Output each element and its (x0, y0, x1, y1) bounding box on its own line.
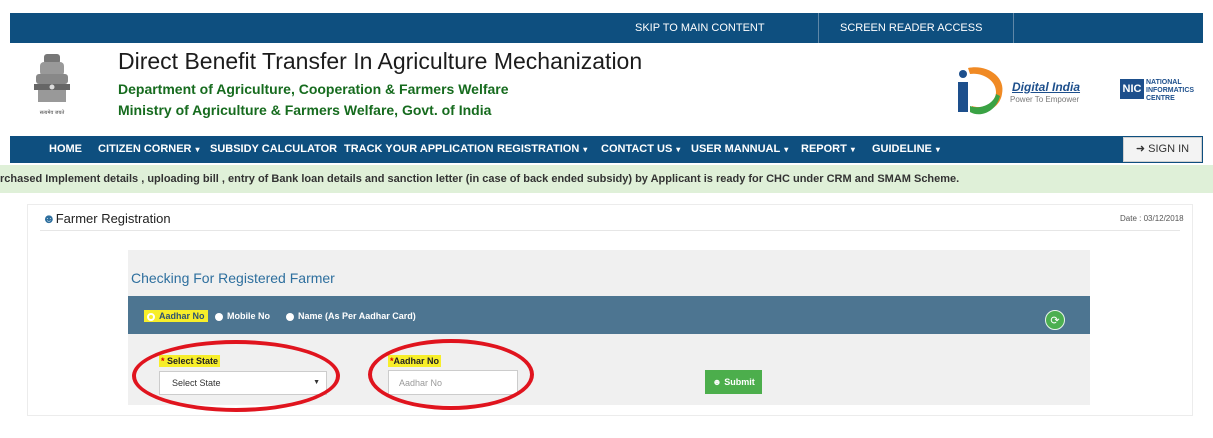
ministry-name: Ministry of Agriculture & Farmers Welfar… (118, 102, 492, 118)
user-icon: ☻ (42, 211, 56, 226)
nic-name-line: CENTRE (1146, 95, 1175, 102)
screen-reader-access-link[interactable]: SCREEN READER ACCESS (840, 13, 982, 43)
nav-label: TRACK YOUR APPLICATION (344, 143, 494, 155)
nav-label: GUIDELINE (872, 143, 932, 155)
nav-registration[interactable]: REGISTRATION ▾ (497, 136, 587, 163)
nav-home[interactable]: HOME (49, 136, 82, 163)
nic-name-line: NATIONAL (1146, 79, 1182, 86)
radio-name[interactable]: Name (As Per Aadhar Card) (286, 311, 416, 321)
nav-report[interactable]: REPORT ▾ (801, 136, 855, 163)
nav-guideline[interactable]: GUIDELINE ▾ (872, 136, 940, 163)
chevron-down-icon: ▾ (784, 145, 789, 154)
radio-label: Mobile No (227, 311, 270, 321)
nav-subsidy-calculator[interactable]: SUBSIDY CALCULATOR (210, 136, 337, 163)
radio-selected-icon (147, 312, 155, 321)
nic-name-line: INFORMATICS (1146, 87, 1195, 94)
chevron-down-icon: ▾ (583, 145, 588, 154)
nav-citizen-corner[interactable]: CITIZEN CORNER ▾ (98, 136, 200, 163)
main-navbar: HOME CITIZEN CORNER ▾ SUBSIDY CALCULATOR … (10, 136, 1203, 163)
nav-label: REGISTRATION (497, 143, 580, 155)
emblem-caption: सत्यमेव जयते (40, 109, 65, 116)
nav-contact-us[interactable]: CONTACT US ▾ (601, 136, 680, 163)
divider (40, 230, 1180, 231)
radio-label: Name (As Per Aadhar Card) (298, 311, 416, 321)
topbar-separator (818, 13, 819, 43)
page-title-text: Farmer Registration (55, 211, 171, 226)
refresh-icon: ⟳ (1050, 315, 1060, 327)
announcement-text: rchased Implement details , uploading bi… (0, 173, 960, 185)
radio-icon (286, 312, 294, 321)
announcement-marquee: rchased Implement details , uploading bi… (0, 165, 1213, 193)
nav-label: REPORT (801, 143, 847, 155)
radio-icon (215, 312, 223, 321)
nic-mark: NIC (1120, 79, 1144, 99)
nav-label: SUBSIDY CALCULATOR (210, 143, 338, 155)
annotation-circle (368, 339, 534, 410)
nav-label: CONTACT US (601, 143, 673, 155)
department-name: Department of Agriculture, Cooperation &… (118, 81, 509, 97)
radio-label: Aadhar No (159, 311, 205, 321)
sign-in-button[interactable]: ➜ SIGN IN (1123, 137, 1202, 162)
nic-name: NATIONAL INFORMATICS CENTRE (1146, 79, 1194, 103)
chevron-down-icon: ▾ (676, 145, 681, 154)
user-icon: ☻ (712, 377, 722, 387)
nav-label: CITIZEN CORNER (98, 143, 192, 155)
chevron-down-icon: ▾ (850, 145, 855, 154)
refresh-button[interactable]: ⟳ (1045, 310, 1065, 330)
nav-track-application[interactable]: TRACK YOUR APPLICATION (344, 136, 494, 163)
annotation-circle (132, 340, 340, 412)
nav-label: USER MANNUAL (691, 143, 781, 155)
chevron-down-icon: ▾ (195, 145, 200, 154)
current-date: Date : 03/12/2018 (1120, 214, 1184, 223)
national-emblem-icon: सत्यमेव जयते (34, 54, 70, 116)
sign-in-icon: ➜ (1135, 143, 1146, 155)
digital-india-text: Digital India (1012, 80, 1081, 94)
top-utility-bar: SKIP TO MAIN CONTENT SCREEN READER ACCES… (10, 13, 1203, 43)
page-title: ☻Farmer Registration (42, 211, 171, 226)
digital-india-tagline: Power To Empower (1010, 95, 1080, 104)
sign-in-label: SIGN IN (1148, 143, 1190, 155)
submit-label: Submit (724, 377, 755, 387)
digital-india-logo-icon[interactable] (950, 60, 1010, 120)
radio-mobile-no[interactable]: Mobile No (215, 311, 270, 321)
radio-aadhar-no[interactable]: Aadhar No (144, 310, 208, 322)
skip-to-main-content-link[interactable]: SKIP TO MAIN CONTENT (635, 13, 765, 43)
nav-label: HOME (49, 143, 82, 155)
submit-button[interactable]: ☻ Submit (705, 370, 762, 394)
chevron-down-icon: ▾ (935, 145, 940, 154)
check-section-title: Checking For Registered Farmer (131, 270, 335, 286)
topbar-separator (1013, 13, 1014, 43)
search-type-bar (128, 296, 1090, 334)
nav-user-manual[interactable]: USER MANNUAL ▾ (691, 136, 788, 163)
site-title: Direct Benefit Transfer In Agriculture M… (118, 48, 643, 74)
